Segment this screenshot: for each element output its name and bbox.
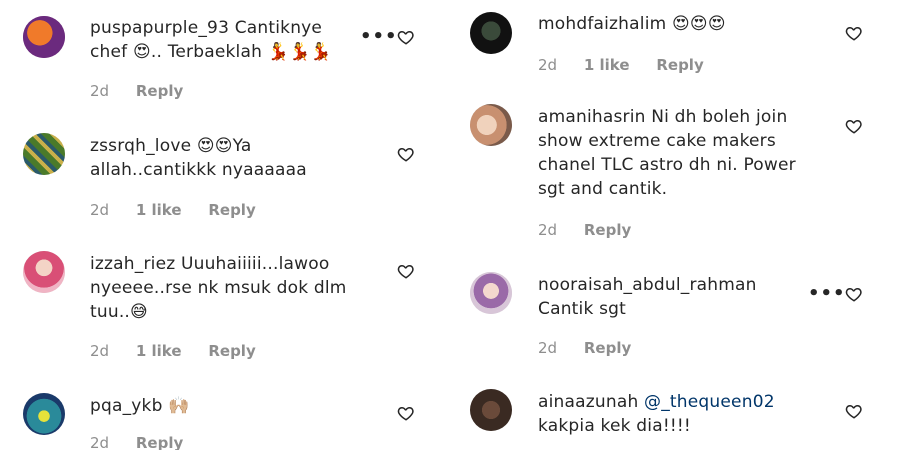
avatar[interactable]: [23, 16, 65, 58]
likes-count[interactable]: 1 like: [584, 56, 630, 74]
avatar[interactable]: [470, 272, 512, 314]
comment-meta: 2d 1 like Reply: [538, 56, 726, 74]
timestamp: 2d: [538, 221, 558, 239]
reply-button[interactable]: Reply: [208, 342, 255, 360]
reply-button[interactable]: Reply: [136, 434, 183, 450]
heart-icon[interactable]: [845, 24, 863, 42]
heart-icon[interactable]: [397, 404, 415, 422]
comment-text: mohdfaizhalim 😍😍😍: [538, 14, 726, 34]
likes-count[interactable]: 1 like: [136, 201, 182, 219]
avatar[interactable]: [470, 12, 512, 54]
avatar[interactable]: [470, 104, 512, 146]
heart-icon[interactable]: [845, 285, 863, 303]
reply-button[interactable]: Reply: [136, 82, 183, 100]
avatar[interactable]: [23, 133, 65, 175]
comment-meta: 2d 1 like Reply: [90, 201, 278, 219]
reply-button[interactable]: Reply: [208, 201, 255, 219]
timestamp: 2d: [538, 339, 558, 357]
avatar[interactable]: [23, 251, 65, 293]
mention-link[interactable]: @_thequeen02: [644, 392, 775, 412]
comment-text: ainaazunah @_thequeen02 kakpia kek dia!!…: [538, 392, 775, 436]
comment-text: zssrqh_love 😍😍Ya allah..cantikkk nyaaaaa…: [90, 136, 307, 180]
comment-text: puspapurple_93 Cantiknye chef 😍.. Terbae…: [90, 18, 332, 62]
comment-meta: 2d Reply: [90, 82, 205, 100]
comment-meta: 2d Reply: [538, 339, 653, 357]
heart-icon[interactable]: [845, 117, 863, 135]
timestamp: 2d: [90, 82, 110, 100]
comment-meta: 2d Reply: [538, 221, 653, 239]
avatar[interactable]: [23, 393, 65, 435]
heart-icon[interactable]: [397, 262, 415, 280]
timestamp: 2d: [90, 201, 110, 219]
heart-icon[interactable]: [397, 145, 415, 163]
reply-button[interactable]: Reply: [584, 339, 631, 357]
comment-meta: 2d Reply: [90, 434, 205, 450]
likes-count[interactable]: 1 like: [136, 342, 182, 360]
timestamp: 2d: [90, 434, 110, 450]
heart-icon[interactable]: [397, 28, 415, 46]
timestamp: 2d: [538, 56, 558, 74]
comment-text: pqa_ykb 🙌🏼: [90, 396, 190, 416]
comment-text: nooraisah_abdul_rahman Cantik sgt: [538, 275, 757, 319]
avatar[interactable]: [470, 389, 512, 431]
heart-icon[interactable]: [845, 402, 863, 420]
more-options-icon[interactable]: •••: [808, 283, 846, 304]
comment-text: amanihasrin Ni dh boleh join show extrem…: [538, 107, 796, 199]
comment-meta: 2d 1 like Reply: [90, 342, 278, 360]
reply-button[interactable]: Reply: [584, 221, 631, 239]
more-options-icon[interactable]: •••: [360, 26, 398, 47]
comment-text: izzah_riez Uuuhaiiiii...lawoo nyeeee..rs…: [90, 254, 347, 322]
reply-button[interactable]: Reply: [656, 56, 703, 74]
timestamp: 2d: [90, 342, 110, 360]
